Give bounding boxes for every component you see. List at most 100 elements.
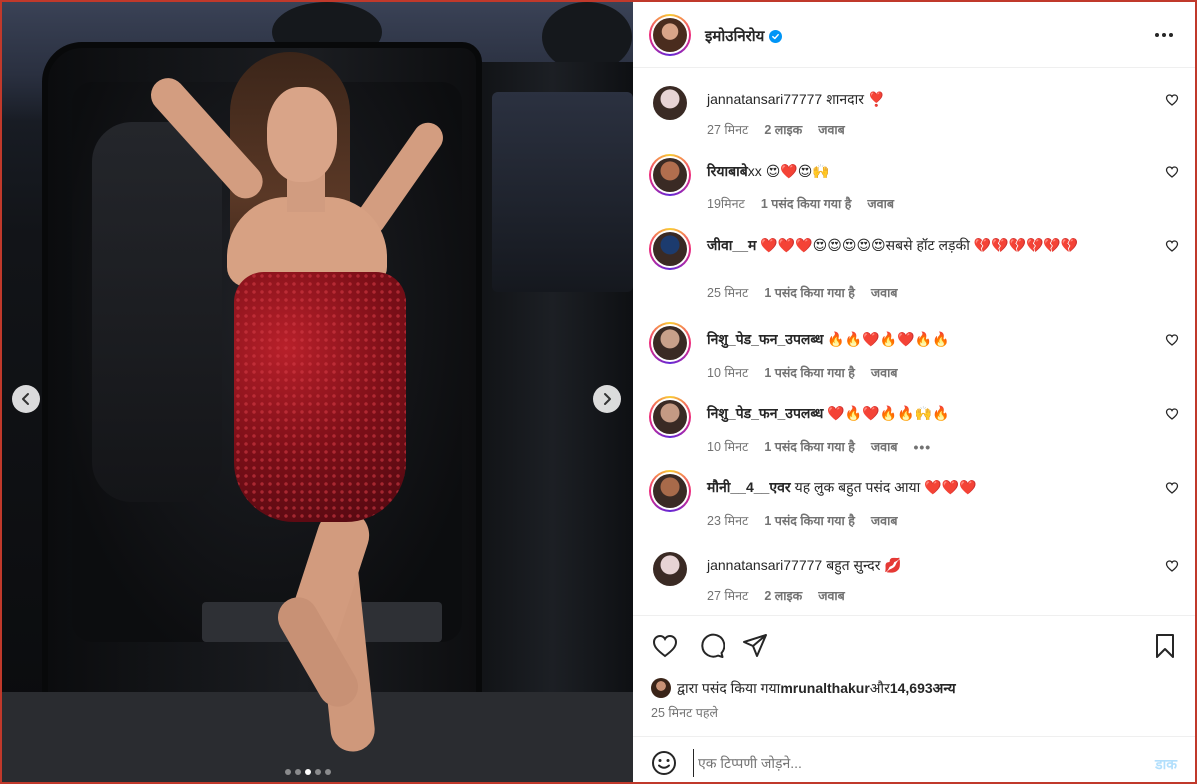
chevron-left-icon	[22, 393, 29, 405]
likes-prefix: द्वारा पसंद किया गया	[677, 679, 781, 696]
comment-like-heart-icon[interactable]	[1165, 559, 1179, 573]
comment-meta: 27 मिनट 2 लाइक जवाब	[707, 587, 845, 604]
commenter-avatar-image	[653, 552, 687, 586]
commenter-avatar[interactable]	[649, 548, 691, 590]
comment-like-heart-icon[interactable]	[1165, 407, 1179, 421]
like-button[interactable]	[651, 632, 679, 660]
post-actions	[633, 622, 1195, 672]
reply-button[interactable]: जवाब	[871, 284, 898, 301]
next-image-button[interactable]	[593, 385, 621, 413]
comment-body: शानदार ❣️	[826, 91, 886, 107]
post-comment-button[interactable]: डाक	[1155, 755, 1177, 774]
comment-time[interactable]: 19मिनट	[707, 195, 745, 212]
comment-button[interactable]	[697, 632, 725, 660]
commenter-avatar-image	[653, 474, 687, 508]
emoji-button[interactable]	[651, 750, 677, 776]
comment-like-heart-icon[interactable]	[1165, 239, 1179, 253]
commenter-avatar-image	[653, 400, 687, 434]
likes-summary: द्वारा पसंद किया गया mrunalthakur और 14,…	[651, 678, 956, 698]
verified-badge-icon	[769, 29, 783, 43]
comment-body: 🔥🔥❤️🔥❤️🔥🔥	[827, 331, 950, 347]
reply-button[interactable]: जवाब	[818, 121, 845, 138]
comment-time[interactable]: 27 मिनट	[707, 121, 748, 138]
comment-text-row: jannatansari77777 बहुत सुन्दर 💋	[707, 554, 1147, 576]
carousel-dot	[305, 769, 311, 775]
likes-suffix[interactable]: अन्य	[933, 679, 956, 698]
commenter-avatar[interactable]	[649, 322, 691, 364]
reply-button[interactable]: जवाब	[818, 587, 845, 604]
comment-time[interactable]: 23 मिनट	[707, 512, 748, 529]
comment-meta: 19मिनट 1 पसंद किया गया है जवाब	[707, 195, 894, 212]
comment-body: यह लुक बहुत पसंद आया ❤️❤️❤️	[794, 479, 977, 495]
carousel-indicator	[285, 769, 331, 775]
comment-like-count[interactable]: 1 पसंद किया गया है	[764, 438, 855, 455]
carousel-dot	[315, 769, 321, 775]
comment-like-count[interactable]: 1 पसंद किया गया है	[761, 195, 852, 212]
reply-button[interactable]: जवाब	[871, 438, 898, 455]
commenter-avatar[interactable]	[649, 82, 691, 124]
comment-like-count[interactable]: 2 लाइक	[764, 587, 802, 604]
post-media	[2, 2, 633, 782]
commenter-avatar[interactable]	[649, 470, 691, 512]
comment-username[interactable]: रियाबाबे	[707, 163, 748, 179]
more-options-button[interactable]	[1153, 24, 1175, 46]
comment-text-row: निशु_पेड_फन_उपलब्ध 🔥🔥❤️🔥❤️🔥🔥	[707, 328, 1147, 350]
comment-username-suffix[interactable]: xx	[748, 163, 762, 179]
commenter-avatar[interactable]	[649, 396, 691, 438]
author-name-row: इमोउनिरोय	[705, 26, 783, 46]
comment-like-count[interactable]: 2 लाइक	[764, 121, 802, 138]
author-username[interactable]: इमोउनिरोय	[705, 26, 764, 46]
commenter-avatar-image	[653, 158, 687, 192]
comment-like-count[interactable]: 1 पसंद किया गया है	[764, 512, 855, 529]
comment-time[interactable]: 27 मिनट	[707, 587, 748, 604]
reply-button[interactable]: जवाब	[871, 364, 898, 381]
previous-image-button[interactable]	[12, 385, 40, 413]
comment-like-heart-icon[interactable]	[1165, 481, 1179, 495]
comment-time[interactable]: 10 मिनट	[707, 364, 748, 381]
comment-time[interactable]: 25 मिनट	[707, 284, 748, 301]
author-avatar[interactable]	[649, 14, 691, 56]
comment-text-row: जीवा__म ❤️❤️❤️😍😍😍😍😍सबसे हॉट लड़की 💔💔💔💔💔💔	[707, 234, 1147, 256]
post-dialog: इमोउनिरोय jannatansari77777 शानदार ❣️ 27 म…	[0, 0, 1197, 784]
comment-body: ❤️❤️❤️😍😍😍😍😍सबसे हॉट लड़की 💔💔💔💔💔💔	[760, 237, 1079, 253]
car-window	[492, 92, 633, 292]
comment-meta: 23 मिनट 1 पसंद किया गया है जवाब	[707, 512, 897, 529]
comment-text-row: jannatansari77777 शानदार ❣️	[707, 88, 1147, 110]
commenter-avatar-image	[653, 86, 687, 120]
comment-like-heart-icon[interactable]	[1165, 333, 1179, 347]
commenter-avatar-image	[653, 326, 687, 360]
likes-count[interactable]: 14,693	[890, 680, 933, 696]
comment-like-heart-icon[interactable]	[1165, 165, 1179, 179]
comment-meta: 25 मिनट 1 पसंद किया गया है जवाब	[707, 284, 897, 301]
comment-username[interactable]: jannatansari77777	[707, 91, 822, 107]
comment-options-button[interactable]: •••	[913, 439, 931, 455]
comment-text-row: मौनी__4__एवर यह लुक बहुत पसंद आया ❤️❤️❤️	[707, 476, 1147, 498]
comment-body: 😍❤️😍🙌	[765, 163, 830, 179]
comments-list[interactable]: jannatansari77777 शानदार ❣️ 27 मिनट 2 लाइक ज…	[633, 68, 1195, 616]
liker-avatar	[651, 678, 671, 698]
comment-body: बहुत सुन्दर 💋	[826, 557, 902, 573]
comment-time[interactable]: 10 मिनट	[707, 438, 748, 455]
reply-button[interactable]: जवाब	[867, 195, 894, 212]
save-button[interactable]	[1151, 632, 1179, 660]
comment-body: ❤️🔥❤️🔥🔥🙌🔥	[827, 405, 950, 421]
comment-username[interactable]: निशु_पेड_फन_उपलब्ध	[707, 405, 823, 421]
comment-input[interactable]	[693, 749, 1113, 777]
commenter-avatar[interactable]	[649, 154, 691, 196]
liker-username[interactable]: mrunalthakur	[780, 680, 869, 696]
comment-username[interactable]: निशु_पेड_फन_उपलब्ध	[707, 331, 823, 347]
post-side-panel: इमोउनिरोय jannatansari77777 शानदार ❣️ 27 म…	[633, 2, 1195, 782]
commenter-avatar[interactable]	[649, 228, 691, 270]
add-comment-bar: डाक	[633, 736, 1195, 782]
comment-username[interactable]: मौनी__4__एवर	[707, 479, 791, 495]
comment-username[interactable]: जीवा__म	[707, 237, 756, 253]
reply-button[interactable]: जवाब	[871, 512, 898, 529]
post-timestamp[interactable]: 25 मिनट पहले	[651, 704, 718, 721]
comment-username[interactable]: jannatansari77777	[707, 557, 822, 573]
comment-like-count[interactable]: 1 पसंद किया गया है	[764, 284, 855, 301]
comment-meta: 27 मिनट 2 लाइक जवाब	[707, 121, 845, 138]
share-button[interactable]	[741, 632, 769, 660]
comment-like-count[interactable]: 1 पसंद किया गया है	[764, 364, 855, 381]
comment-like-heart-icon[interactable]	[1165, 93, 1179, 107]
red-dress	[234, 272, 406, 522]
